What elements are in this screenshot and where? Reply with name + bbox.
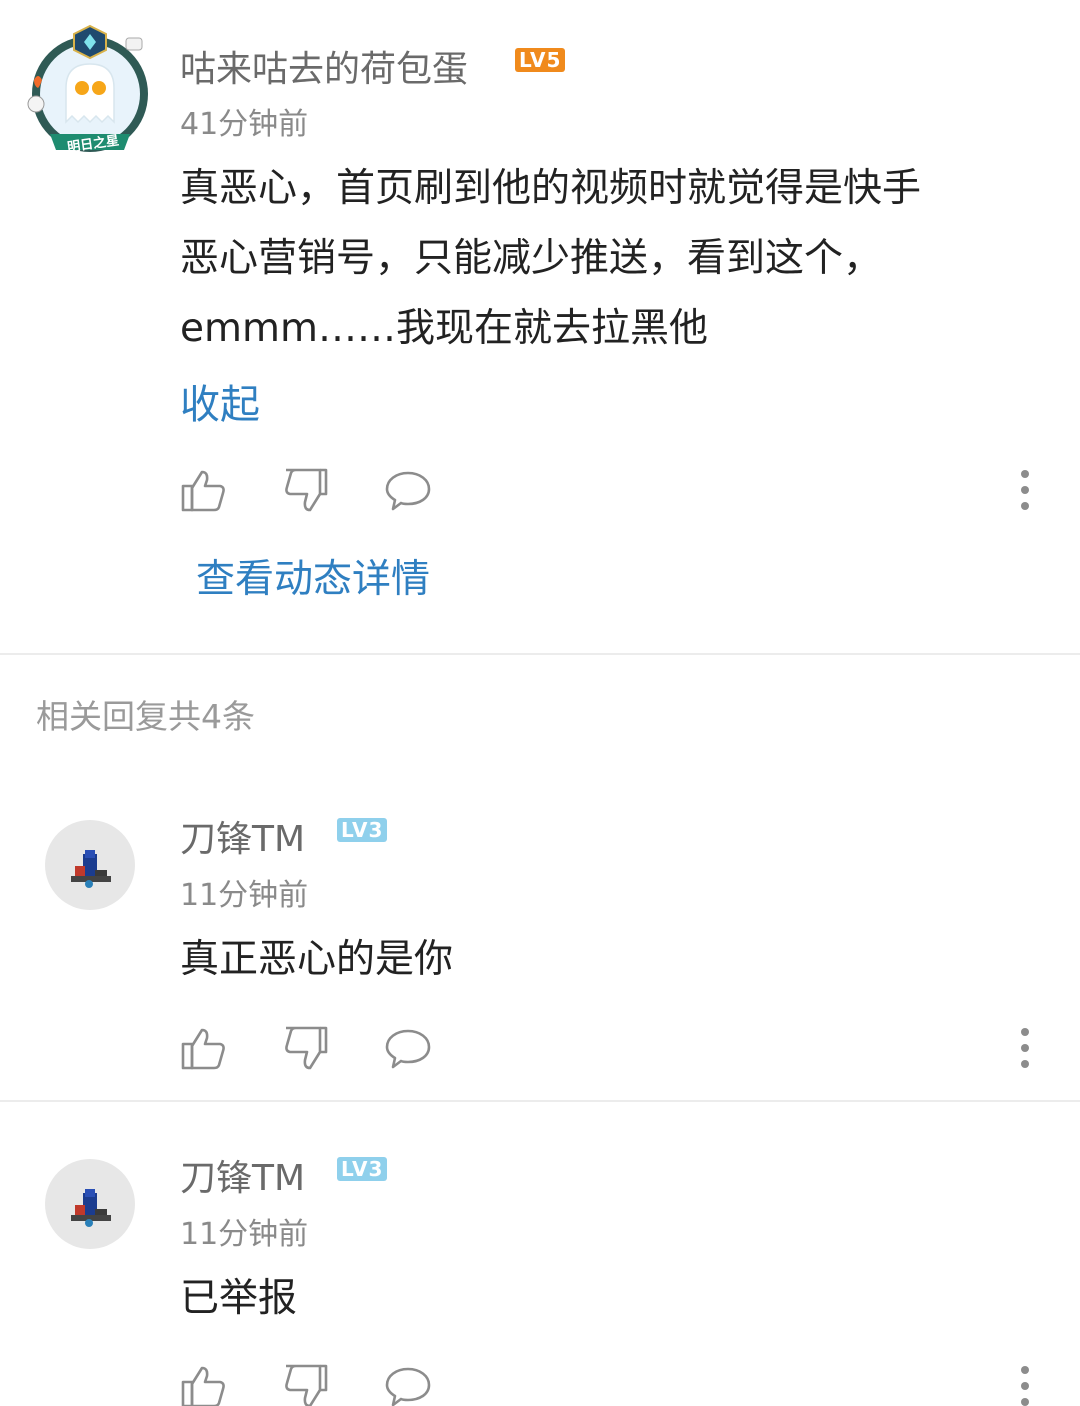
avatar[interactable]: 明日之星 (22, 22, 157, 157)
level-badge: LV3 (337, 1157, 388, 1181)
reply-button[interactable] (384, 1362, 432, 1406)
like-button[interactable] (180, 1024, 228, 1072)
dislike-button[interactable] (282, 1024, 330, 1072)
timestamp: 11分钟前 (180, 878, 309, 913)
more-button[interactable] (1010, 1362, 1040, 1406)
dislike-button[interactable] (282, 466, 330, 514)
thumbs-up-icon (181, 1366, 225, 1406)
timestamp: 41分钟前 (180, 107, 309, 142)
more-button[interactable] (1010, 1024, 1040, 1072)
avatar[interactable] (45, 820, 135, 910)
more-button[interactable] (1010, 466, 1040, 514)
view-detail-link[interactable]: 查看动态详情 (196, 548, 430, 604)
reply-button[interactable] (384, 466, 432, 514)
avatar[interactable] (45, 1159, 135, 1249)
replies-header: 相关回复共4条 (36, 697, 255, 736)
comment-text-line: 恶心营销号，只能减少推送，看到这个， (180, 236, 883, 281)
dislike-button[interactable] (282, 1362, 330, 1406)
level-badge: LV3 (337, 818, 388, 842)
reply-text: 真正恶心的是你 (180, 937, 454, 982)
thumbs-down-icon (285, 1026, 328, 1070)
more-vertical-icon (1021, 1366, 1029, 1406)
divider (0, 653, 1080, 655)
comment-bubble-icon (385, 1367, 431, 1406)
like-button[interactable] (180, 1362, 228, 1406)
comment-text: 真恶心，首页刷到他的视频时就觉得是快手 恶心营销号，只能减少推送，看到这个， e… (180, 154, 1050, 364)
thumbs-down-icon (285, 468, 328, 512)
collapse-link[interactable]: 收起 (180, 372, 260, 430)
reply-actions (180, 1362, 1040, 1406)
comment-text-line: emmm……我现在就去拉黑他 (180, 306, 708, 351)
divider (0, 1100, 1080, 1102)
username[interactable]: 刀锋TM (180, 1149, 305, 1201)
comment-bubble-icon (385, 471, 431, 511)
like-button[interactable] (180, 466, 228, 514)
thumbs-down-icon (285, 1364, 328, 1406)
username[interactable]: 刀锋TM (180, 810, 305, 862)
reply-button[interactable] (384, 1024, 432, 1072)
thumbs-up-icon (181, 470, 225, 512)
comment-bubble-icon (385, 1029, 431, 1069)
comment-text-line: 真恶心，首页刷到他的视频时就觉得是快手 (180, 166, 922, 211)
timestamp: 11分钟前 (180, 1217, 309, 1252)
level-badge: LV5 (515, 48, 566, 72)
more-vertical-icon (1021, 470, 1029, 510)
more-vertical-icon (1021, 1028, 1029, 1068)
reply-actions (180, 1024, 1040, 1074)
comment-actions (180, 466, 1040, 516)
reply-text: 已举报 (180, 1276, 298, 1321)
username[interactable]: 咕来咕去的荷包蛋 (180, 40, 468, 92)
thumbs-up-icon (181, 1028, 225, 1070)
